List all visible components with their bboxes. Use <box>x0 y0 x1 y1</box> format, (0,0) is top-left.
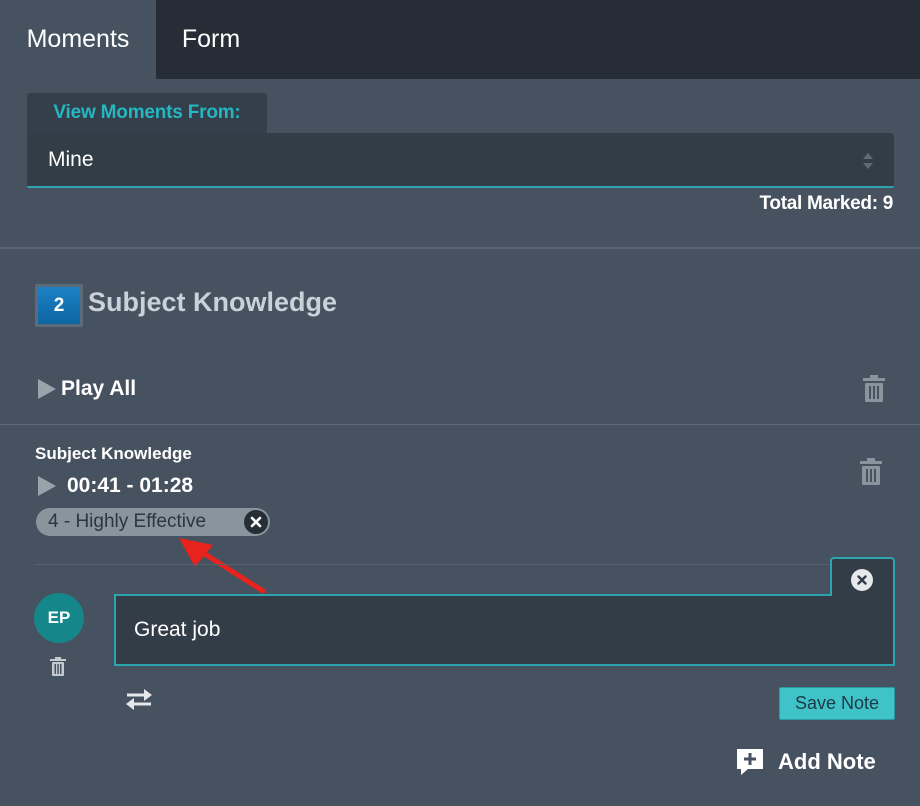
view-moments-from-label: View Moments From: <box>27 93 267 133</box>
view-moments-select[interactable]: Mine <box>27 133 894 188</box>
play-all-button[interactable]: Play All <box>37 373 136 405</box>
sort-arrows-icon <box>863 153 873 169</box>
tab-bar: Moments Form <box>0 0 920 79</box>
moment-time-range: 00:41 - 01:28 <box>67 474 194 497</box>
section-number: 2 <box>38 287 80 324</box>
add-note-icon <box>737 749 763 775</box>
total-marked: Total Marked: 9 <box>759 193 894 215</box>
moment-label: Subject Knowledge <box>35 444 192 463</box>
trash-icon[interactable] <box>859 458 883 486</box>
tab-form[interactable]: Form <box>156 0 266 79</box>
trash-icon[interactable] <box>50 657 66 677</box>
add-note-button[interactable]: Add Note <box>736 746 876 778</box>
note-textarea[interactable]: Great job <box>114 594 895 666</box>
divider <box>0 424 920 425</box>
close-icon <box>857 575 867 585</box>
section-number-badge: 2 <box>35 284 83 327</box>
remove-tag-button[interactable] <box>244 510 268 534</box>
total-marked-label: Total Marked: <box>759 193 879 214</box>
section-title: Subject Knowledge <box>88 286 338 317</box>
total-marked-count: 9 <box>882 193 894 214</box>
save-note-button[interactable]: Save Note <box>779 687 895 720</box>
note-text: Great job <box>134 618 221 641</box>
moment-play-button[interactable]: 00:41 - 01:28 <box>37 472 193 500</box>
rating-tag: 4 - Highly Effective <box>36 508 270 536</box>
play-all-label: Play All <box>61 377 137 400</box>
play-icon <box>38 379 56 399</box>
repeat-icon[interactable] <box>124 686 154 712</box>
trash-icon[interactable] <box>862 375 886 403</box>
add-note-label: Add Note <box>778 749 876 774</box>
divider <box>35 564 895 565</box>
rating-tag-label: 4 - Highly Effective <box>48 511 207 532</box>
close-icon <box>250 516 262 528</box>
note-close-tab <box>830 557 895 597</box>
tab-moments[interactable]: Moments <box>0 0 156 79</box>
play-icon <box>38 476 56 496</box>
annotation-arrow-icon <box>179 538 266 594</box>
divider <box>0 247 920 249</box>
close-note-button[interactable] <box>851 569 873 591</box>
note-tab-join <box>832 592 893 597</box>
select-value: Mine <box>48 147 94 171</box>
avatar: EP <box>34 593 84 643</box>
